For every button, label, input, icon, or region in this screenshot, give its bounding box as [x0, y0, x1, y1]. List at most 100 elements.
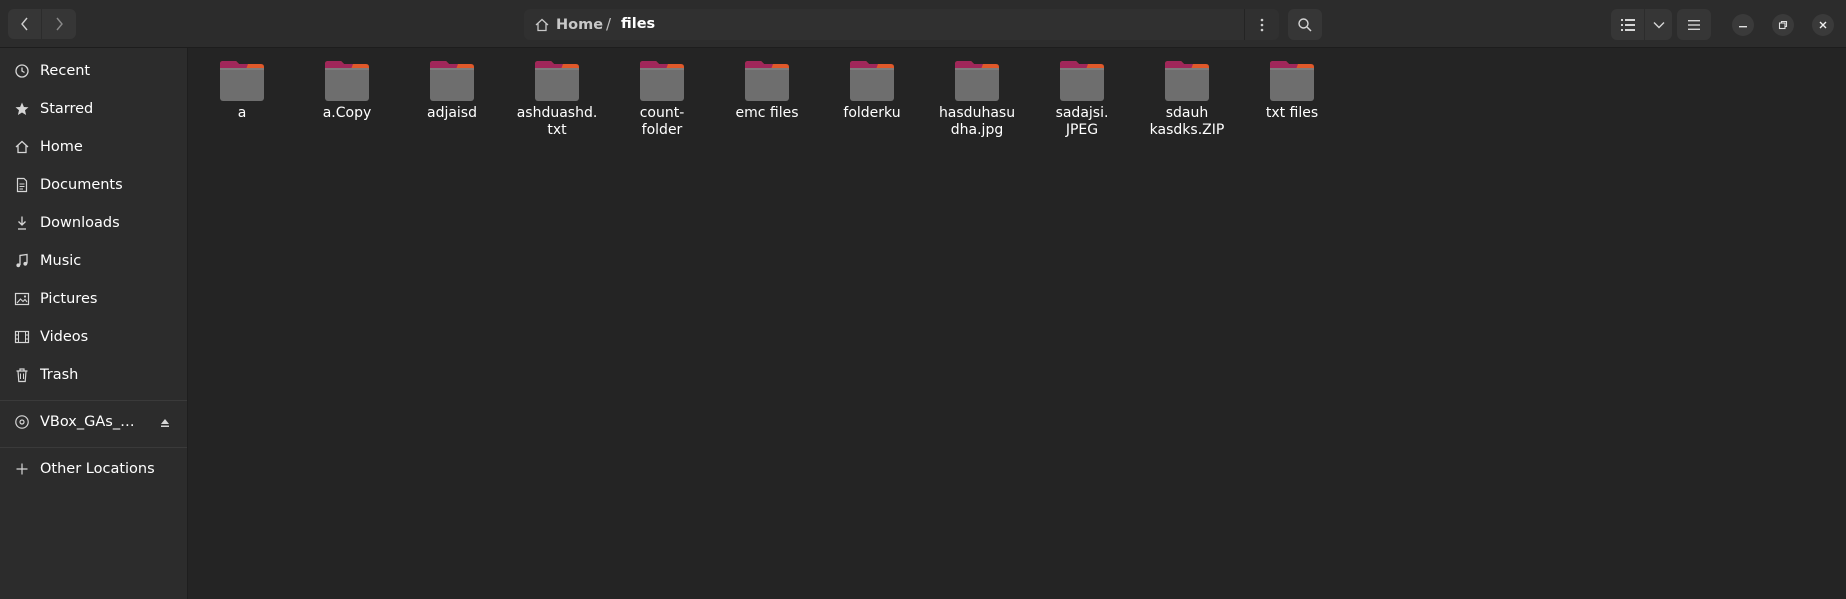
list-view-button[interactable]: [1611, 9, 1645, 40]
eject-button[interactable]: [155, 413, 175, 433]
maximize-button[interactable]: [1772, 14, 1794, 36]
list-view-icon: [1620, 18, 1635, 31]
sidebar-item-label: Trash: [40, 367, 79, 383]
path-menu-button[interactable]: [1244, 9, 1279, 40]
folder-icon: [850, 61, 894, 101]
main-menu-button[interactable]: [1677, 9, 1711, 40]
folder-name: count-folder: [639, 105, 685, 138]
sidebar-item-label: Videos: [40, 329, 89, 345]
folder-name: folderku: [843, 105, 901, 121]
folder-item[interactable]: sdauh kasdks.ZIP: [1139, 56, 1235, 139]
sidebar-item-pictures[interactable]: Pictures: [6, 282, 182, 316]
sidebar-item-label: VBox_GAs_7....: [40, 414, 142, 430]
forward-button[interactable]: [42, 9, 76, 39]
view-options-dropdown[interactable]: [1645, 9, 1672, 40]
video-icon: [14, 329, 30, 345]
folder-item[interactable]: txt files: [1244, 56, 1340, 122]
folder-icon: [220, 61, 264, 101]
sidebar-item-label: Recent: [40, 63, 91, 79]
path-current-button[interactable]: files: [621, 9, 655, 40]
sidebar-item-music[interactable]: Music: [6, 244, 182, 278]
folder-icon: [1165, 61, 1209, 101]
sidebar-separator: [0, 400, 187, 401]
sidebar-item-downloads[interactable]: Downloads: [6, 206, 182, 240]
folder-item[interactable]: ashduashd. txt: [509, 56, 605, 139]
folder-icon: [430, 61, 474, 101]
vertical-dots-icon: [1260, 18, 1264, 31]
folder-item[interactable]: a: [194, 56, 290, 122]
chevron-right-icon: [56, 17, 63, 31]
sidebar-item-videos[interactable]: Videos: [6, 320, 182, 354]
sidebar-item-home[interactable]: Home: [6, 130, 182, 164]
navigation-buttons: [8, 9, 76, 39]
sidebar-item-device[interactable]: VBox_GAs_7....: [6, 405, 182, 439]
minimize-icon: [1739, 26, 1747, 28]
sidebar-item-label: Pictures: [40, 291, 98, 307]
folder-item[interactable]: hasduhasu dha.jpg: [929, 56, 1025, 139]
sidebar-item-trash[interactable]: Trash: [6, 358, 182, 392]
file-grid: a a.Copy adjaisd ashduashd. txt count-folder e…: [189, 48, 1846, 599]
restore-icon: [1778, 20, 1788, 30]
folder-item[interactable]: sadajsi. JPEG: [1034, 56, 1130, 139]
folder-name: sdauh kasdks.ZIP: [1149, 105, 1225, 138]
sidebar-item-label: Other Locations: [40, 461, 155, 477]
sidebar-item-label: Downloads: [40, 215, 120, 231]
folder-icon: [1060, 61, 1104, 101]
view-toggle-group: [1611, 9, 1672, 40]
path-bar: Home / files: [524, 9, 1279, 40]
folder-name: a: [237, 105, 247, 121]
folder-icon: [1270, 61, 1314, 101]
path-home-label: Home: [556, 16, 604, 33]
folder-item[interactable]: count-folder: [614, 56, 710, 139]
folder-name: a.Copy: [322, 105, 372, 121]
sidebar-item-documents[interactable]: Documents: [6, 168, 182, 202]
download-icon: [14, 215, 30, 231]
chevron-down-icon: [1653, 21, 1664, 28]
back-button[interactable]: [8, 9, 42, 39]
home-icon: [535, 18, 549, 31]
eject-icon: [161, 419, 169, 427]
sidebar: Recent Starred Home Documents Downloads: [0, 48, 188, 599]
sidebar-item-label: Starred: [40, 101, 94, 117]
folder-item[interactable]: emc files: [719, 56, 815, 122]
document-icon: [14, 177, 30, 193]
hamburger-menu-icon: [1688, 19, 1700, 30]
folder-name: sadajsi. JPEG: [1055, 105, 1109, 138]
folder-icon: [640, 61, 684, 101]
minimize-button[interactable]: [1732, 14, 1754, 36]
folder-name: emc files: [735, 105, 799, 121]
search-button[interactable]: [1288, 9, 1322, 40]
folder-icon: [745, 61, 789, 101]
clock-icon: [14, 63, 30, 79]
folder-item[interactable]: adjaisd: [404, 56, 500, 122]
search-icon: [1298, 17, 1312, 32]
folder-name: txt files: [1265, 105, 1319, 121]
sidebar-item-label: Documents: [40, 177, 123, 193]
disc-icon: [14, 414, 30, 430]
music-icon: [14, 253, 30, 269]
folder-icon: [325, 61, 369, 101]
folder-icon: [955, 61, 999, 101]
folder-item[interactable]: folderku: [824, 56, 920, 122]
sidebar-item-starred[interactable]: Starred: [6, 92, 182, 126]
folder-name: ashduashd. txt: [516, 105, 598, 138]
chevron-left-icon: [20, 17, 28, 31]
sidebar-item-recent[interactable]: Recent: [6, 54, 182, 88]
folder-name: hasduhasu dha.jpg: [938, 105, 1016, 138]
path-separator: /: [606, 15, 612, 33]
close-icon: [1819, 21, 1827, 29]
path-home-button[interactable]: Home: [534, 9, 603, 40]
picture-icon: [14, 291, 30, 307]
sidebar-item-other-locations[interactable]: Other Locations: [6, 452, 182, 486]
sidebar-item-label: Music: [40, 253, 82, 269]
sidebar-separator: [0, 447, 187, 448]
file-manager-window: Home / files Recent Starred Home Documen…: [0, 0, 1846, 599]
folder-item[interactable]: a.Copy: [299, 56, 395, 122]
folder-icon: [535, 61, 579, 101]
trash-icon: [14, 367, 30, 383]
folder-name: adjaisd: [426, 105, 477, 121]
close-button[interactable]: [1812, 14, 1834, 36]
home-icon: [14, 139, 30, 155]
plus-icon: [14, 461, 30, 477]
header-bar: Home / files: [0, 0, 1846, 48]
